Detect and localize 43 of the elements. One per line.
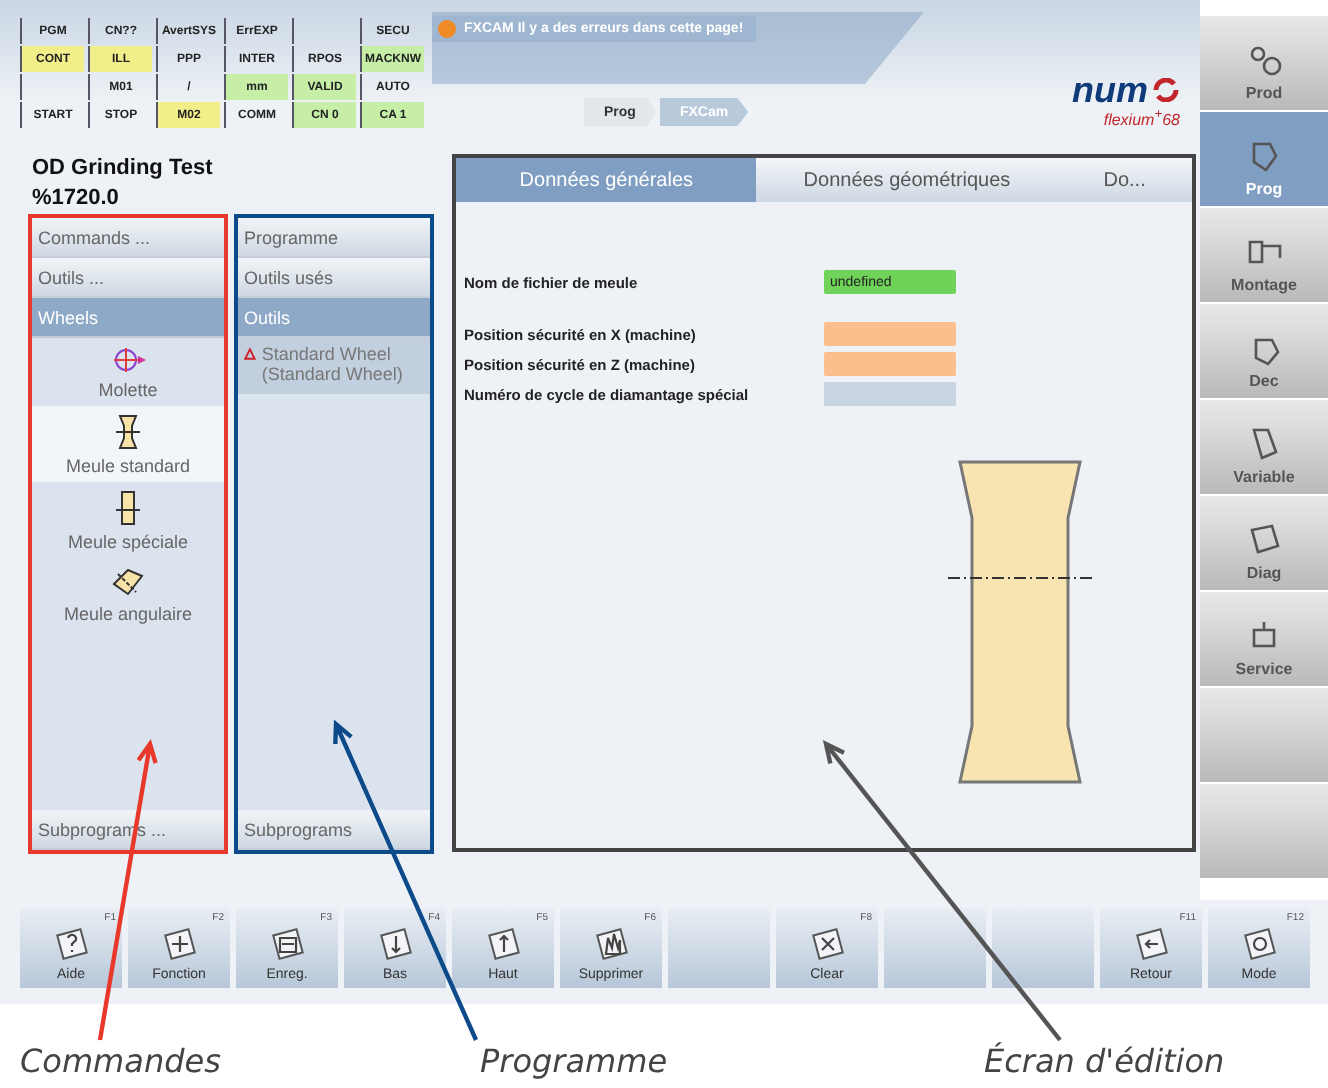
list-header[interactable]: Programme <box>238 218 430 258</box>
side-menu-button[interactable]: Diag <box>1200 496 1328 592</box>
wheel-option[interactable]: Meule spéciale <box>32 482 224 558</box>
wheel-option[interactable]: Meule standard <box>32 406 224 482</box>
gears-icon <box>1246 42 1282 78</box>
wheel-option[interactable]: Molette <box>32 338 224 406</box>
wheel-option[interactable]: Meule angulaire <box>32 558 224 630</box>
side-menu-button[interactable]: Prog <box>1200 112 1328 208</box>
side-menu-button[interactable]: Variable <box>1200 400 1328 496</box>
wheel-icon <box>110 566 146 598</box>
list-header[interactable]: Outils usés <box>238 258 430 298</box>
target-icon <box>110 346 146 374</box>
side-menu-button[interactable] <box>1200 688 1328 784</box>
warning-icon <box>244 344 256 364</box>
list-header[interactable]: Commands ... <box>32 218 224 258</box>
program-number: %1720.0 <box>30 184 121 214</box>
list-header[interactable]: Wheels <box>32 298 224 338</box>
side-menu-button[interactable]: Prod <box>1200 16 1328 112</box>
side-menu-button[interactable] <box>1200 784 1328 880</box>
tab[interactable]: Données générales <box>456 158 757 202</box>
side-menu-button[interactable]: Service <box>1200 592 1328 688</box>
input-field[interactable] <box>824 352 956 376</box>
list-header[interactable]: Subprograms <box>238 810 430 850</box>
annotation-caption: Écran d'édition <box>984 1042 1227 1080</box>
tab[interactable]: Données géométriques <box>756 158 1058 202</box>
input-field[interactable] <box>824 322 956 346</box>
list-header[interactable]: Outils <box>238 298 430 338</box>
warning-icon <box>438 20 456 38</box>
input-field[interactable] <box>824 382 956 406</box>
program-title: OD Grinding Test <box>30 154 215 184</box>
softkey[interactable] <box>992 908 1094 988</box>
softkey[interactable] <box>884 908 986 988</box>
wheel-icon <box>116 414 140 450</box>
annotation-caption: Programme <box>480 1042 670 1080</box>
list-item[interactable]: Standard Wheel (Standard Wheel) <box>238 338 430 394</box>
tab[interactable]: Do... <box>1057 158 1192 202</box>
product-name: flexium$^{+}$68 <box>1103 108 1180 130</box>
side-menu-button[interactable]: Montage <box>1200 208 1328 304</box>
wheel-icon <box>116 490 140 526</box>
side-menu-button[interactable]: Dec <box>1200 304 1328 400</box>
annotation-caption: Commandes <box>20 1042 223 1080</box>
list-header[interactable]: Outils ... <box>32 258 224 298</box>
brand-logo: num <box>1072 72 1180 108</box>
